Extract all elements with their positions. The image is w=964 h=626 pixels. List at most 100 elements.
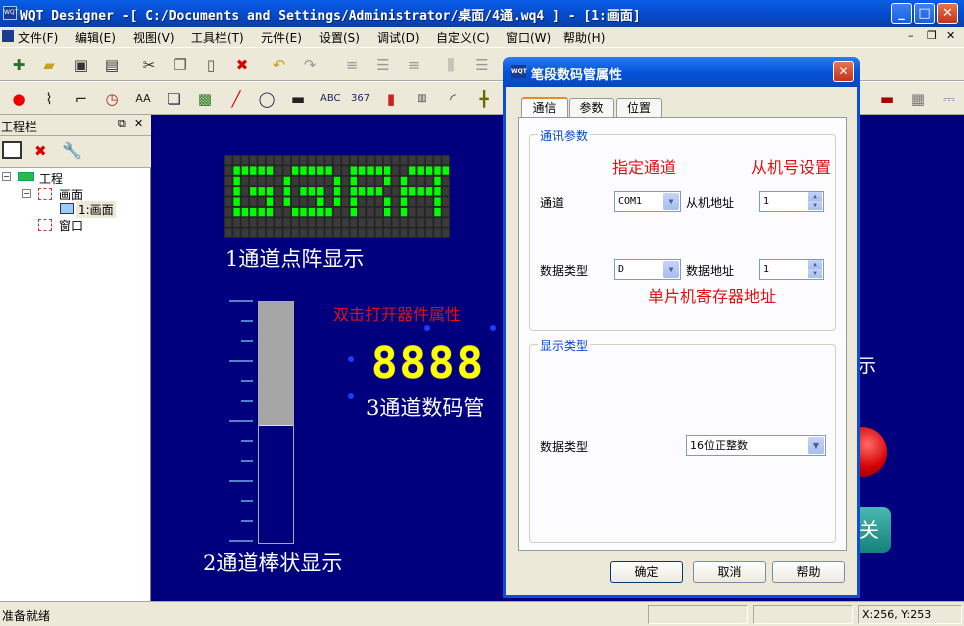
menu-file[interactable]: 文件(F): [18, 29, 58, 46]
chevron-down-icon[interactable]: ▼: [663, 193, 679, 210]
align-top-icon[interactable]: ⫼: [442, 56, 460, 74]
mdi-restore-button[interactable]: ❐: [927, 29, 937, 42]
arc-icon[interactable]: ◜: [444, 90, 462, 108]
spin-up-icon[interactable]: ▲: [808, 260, 822, 269]
data-type-select[interactable]: D ▼: [614, 259, 681, 280]
text-icon[interactable]: AA: [134, 90, 152, 108]
menu-settings[interactable]: 设置(S): [319, 29, 360, 46]
help-button[interactable]: 帮助: [772, 561, 845, 583]
copy-icon[interactable]: ❐: [171, 56, 189, 74]
channel-select[interactable]: COM1 ▼: [614, 191, 681, 212]
tree-collapse-icon[interactable]: −: [2, 172, 11, 181]
align-center-icon[interactable]: ☰: [374, 56, 392, 74]
dot-on: [241, 207, 249, 217]
dot-matrix-display[interactable]: [224, 155, 450, 238]
battery-icon[interactable]: ▬: [878, 90, 896, 108]
dot-off: [225, 228, 232, 237]
spin-up-icon[interactable]: ▲: [808, 192, 822, 201]
polyline-icon[interactable]: ⌇: [40, 90, 58, 108]
tab-comm[interactable]: 通信: [521, 97, 568, 117]
paste-icon[interactable]: ▯: [202, 56, 220, 74]
chevron-down-icon[interactable]: ▼: [808, 437, 824, 454]
tree-item-project[interactable]: 工程: [39, 170, 63, 187]
tree-item-page-1[interactable]: 1:画面: [76, 201, 116, 218]
menu-edit[interactable]: 编辑(E): [75, 29, 116, 46]
ellipse-icon[interactable]: ◯: [258, 90, 276, 108]
menu-debug[interactable]: 调试(D): [377, 29, 420, 46]
menu-toolbar[interactable]: 工具栏(T): [191, 29, 244, 46]
label-icon[interactable]: ABC: [320, 90, 341, 108]
grid-icon[interactable]: ▦: [909, 90, 927, 108]
open-folder-icon[interactable]: ▰: [40, 56, 58, 74]
menu-view[interactable]: 视图(V): [133, 29, 175, 46]
menu-custom[interactable]: 自定义(C): [436, 29, 490, 46]
dot-off: [375, 197, 383, 206]
bar-graph[interactable]: [258, 301, 294, 544]
data-address-spinner[interactable]: 1 ▲ ▼: [759, 259, 824, 280]
channel-label: 通道: [540, 196, 565, 210]
spin-down-icon[interactable]: ▼: [808, 201, 822, 210]
selection-handle[interactable]: [490, 325, 496, 331]
add-screen-icon[interactable]: [2, 141, 22, 159]
save-icon[interactable]: ▣: [72, 56, 90, 74]
cut-icon[interactable]: ✂: [140, 56, 158, 74]
tab-position[interactable]: 位置: [616, 98, 662, 117]
seven-segment-display[interactable]: 8888: [371, 341, 483, 387]
ruler-icon[interactable]: ⎓: [940, 90, 958, 108]
bar-graph-icon[interactable]: ▮: [382, 90, 400, 108]
menu-window[interactable]: 窗口(W): [506, 29, 551, 46]
copy-component-icon[interactable]: ❏: [165, 90, 183, 108]
panel-restore-button[interactable]: ⧉: [118, 117, 126, 131]
frame-icon[interactable]: ⌐: [72, 90, 90, 108]
selection-handle[interactable]: [424, 325, 430, 331]
menu-help[interactable]: 帮助(H): [563, 29, 605, 46]
delete-screen-icon[interactable]: ✖: [34, 142, 47, 160]
chevron-down-icon[interactable]: ▼: [663, 261, 679, 278]
numeric-icon[interactable]: 367: [351, 90, 370, 108]
tree-collapse-icon[interactable]: −: [22, 189, 31, 198]
tree-item-window[interactable]: 窗口: [59, 217, 83, 234]
switch-button[interactable]: 关: [855, 507, 891, 553]
channel-value: COM1: [618, 196, 643, 207]
align-right-icon[interactable]: ≡: [405, 56, 423, 74]
line-icon[interactable]: ╱: [227, 90, 245, 108]
selection-handle[interactable]: [348, 393, 354, 399]
display-data-type-select[interactable]: 16位正整数 ▼: [686, 435, 826, 456]
dialog-close-button[interactable]: ✕: [833, 61, 854, 82]
rectangle-icon[interactable]: ▬: [289, 90, 307, 108]
clock-icon[interactable]: ◷: [103, 90, 121, 108]
maximize-button[interactable]: □: [914, 3, 935, 24]
dot-off: [275, 207, 282, 217]
picture-icon[interactable]: ▩: [196, 90, 214, 108]
ok-button[interactable]: 确定: [610, 561, 683, 583]
slider-icon[interactable]: ╋: [475, 90, 493, 108]
dot-on: [333, 197, 341, 206]
minimize-button[interactable]: _: [891, 3, 912, 24]
selection-handle[interactable]: [348, 356, 354, 362]
mdi-close-button[interactable]: ✕: [946, 29, 955, 42]
undo-icon[interactable]: ↶: [270, 56, 288, 74]
indicator-lamp-icon[interactable]: ●: [10, 90, 28, 108]
close-button[interactable]: ✕: [937, 3, 958, 24]
save-as-icon[interactable]: ▤: [103, 56, 121, 74]
dot-off: [409, 228, 416, 237]
mdi-minimize-button[interactable]: –: [908, 29, 914, 42]
tab-params[interactable]: 参数: [569, 98, 614, 117]
cancel-button[interactable]: 取消: [693, 561, 766, 583]
dot-on: [325, 207, 332, 217]
redo-icon[interactable]: ↷: [301, 56, 319, 74]
align-middle-icon[interactable]: ☰: [473, 56, 491, 74]
panel-close-button[interactable]: ✕: [134, 117, 143, 130]
dot-on: [241, 166, 249, 175]
slave-address-spinner[interactable]: 1 ▲ ▼: [759, 191, 824, 212]
wrench-icon[interactable]: 🔧: [62, 141, 82, 160]
new-file-icon[interactable]: ✚: [10, 56, 28, 74]
menu-component[interactable]: 元件(E): [261, 29, 302, 46]
dialog-app-icon: WQT: [511, 65, 527, 78]
align-left-icon[interactable]: ≡: [343, 56, 361, 74]
counter-icon[interactable]: ▥: [413, 90, 431, 108]
spin-down-icon[interactable]: ▼: [808, 269, 822, 278]
dot-on: [283, 197, 290, 206]
delete-icon[interactable]: ✖: [233, 56, 251, 74]
dot-on: [300, 187, 307, 196]
